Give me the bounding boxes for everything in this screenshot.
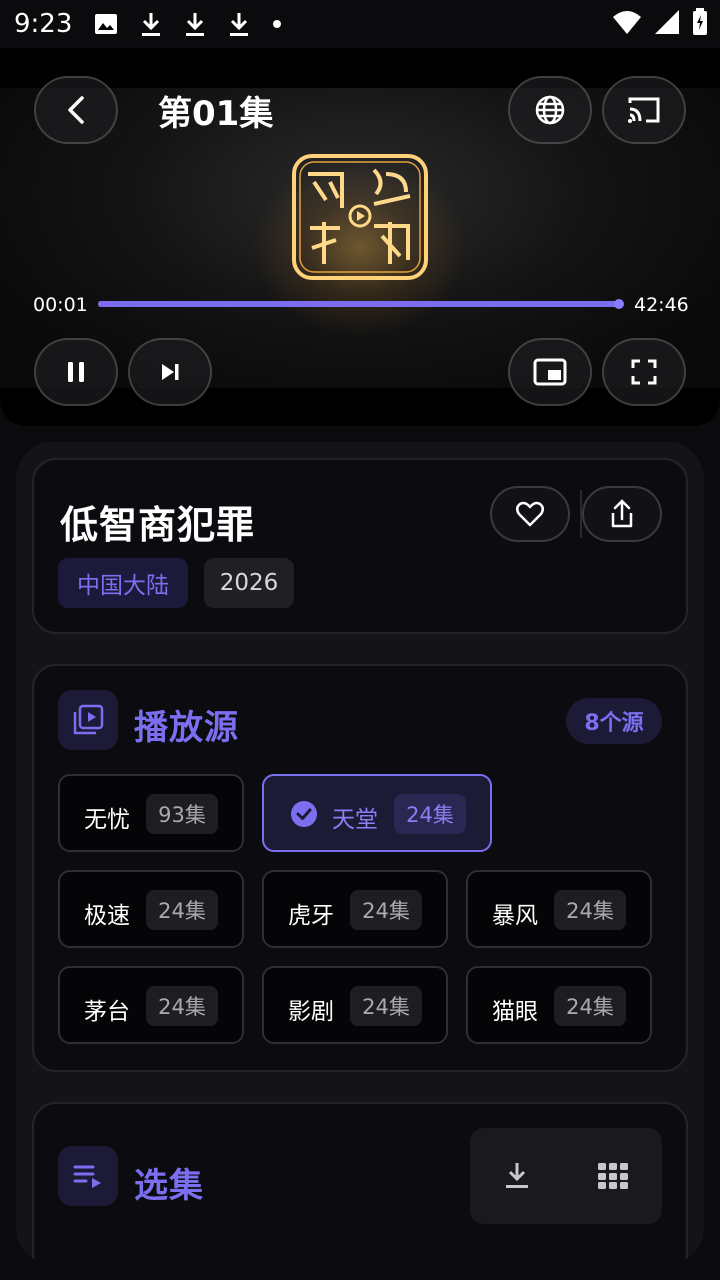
- video-watermark-logo: [292, 154, 428, 280]
- fullscreen-button[interactable]: [602, 338, 686, 406]
- source-option-huya[interactable]: 虎牙 24集: [262, 870, 448, 948]
- source-name: 天堂: [332, 807, 378, 833]
- source-name: 极速: [84, 903, 130, 929]
- source-name: 影剧: [288, 999, 334, 1025]
- year-tag[interactable]: 2026: [204, 558, 294, 608]
- source-episode-count: 24集: [146, 890, 218, 930]
- play-sources-card: 播放源 8个源 无忧 93集 天堂 24集 极速 24集 虎牙 24集 暴风 2…: [32, 664, 688, 1072]
- next-episode-button[interactable]: [128, 338, 212, 406]
- favorite-button[interactable]: [490, 486, 570, 542]
- source-option-wuyou[interactable]: 无忧 93集: [58, 774, 244, 852]
- heart-icon: [516, 501, 544, 527]
- back-button[interactable]: [34, 76, 118, 144]
- episode-actions: [470, 1128, 662, 1224]
- globe-icon: [535, 95, 565, 125]
- source-episode-count: 24集: [394, 794, 466, 834]
- source-episode-count: 24集: [554, 986, 626, 1026]
- source-option-jisu[interactable]: 极速 24集: [58, 870, 244, 948]
- source-option-tiantang-selected[interactable]: 天堂 24集: [262, 774, 492, 852]
- details-panel: 低智商犯罪 中国大陆 2026 播放源 8个源 无忧 93集 天堂 24集 极速…: [16, 442, 704, 1264]
- source-option-yingju[interactable]: 影剧 24集: [262, 966, 448, 1044]
- pip-icon: [533, 358, 567, 386]
- source-episode-count: 24集: [350, 986, 422, 1026]
- source-episode-count: 24集: [350, 890, 422, 930]
- picture-in-picture-button[interactable]: [508, 338, 592, 406]
- status-time: 9:23: [14, 9, 73, 39]
- seek-bar[interactable]: [98, 299, 624, 309]
- check-circle-icon: [291, 801, 317, 827]
- episodes-section-icon: [58, 1146, 118, 1206]
- download-notification-icon-2: [186, 13, 205, 36]
- more-notifications-dot-icon: [273, 20, 282, 28]
- grid-icon[interactable]: [598, 1163, 628, 1189]
- seek-bar-fill: [98, 301, 620, 307]
- battery-icon: [693, 8, 707, 35]
- show-title: 低智商犯罪: [60, 503, 256, 547]
- sources-count-badge: 8个源: [566, 698, 662, 744]
- show-info-card: 低智商犯罪 中国大陆 2026: [32, 458, 688, 634]
- cast-icon: [628, 97, 660, 123]
- episodes-section-title: 选集: [134, 1166, 204, 1206]
- source-name: 茅台: [84, 999, 130, 1025]
- queue-music-icon: [73, 1165, 101, 1188]
- source-episode-count: 24集: [554, 890, 626, 930]
- download-notification-icon: [142, 13, 161, 36]
- wifi-icon: [613, 11, 641, 34]
- episodes-card: 选集: [32, 1102, 688, 1264]
- pause-button[interactable]: [34, 338, 118, 406]
- source-option-baofeng[interactable]: 暴风 24集: [466, 870, 652, 948]
- download-icon[interactable]: [504, 1160, 530, 1190]
- download-notification-icon-3: [230, 13, 249, 36]
- share-button[interactable]: [582, 486, 662, 542]
- skip-next-icon: [162, 364, 179, 380]
- share-icon: [611, 499, 633, 528]
- status-bar: 9:23: [0, 0, 720, 48]
- episode-title: 第01集: [158, 94, 274, 134]
- source-name: 无忧: [84, 807, 130, 833]
- current-time: 00:01: [33, 294, 88, 316]
- sources-section-icon: [58, 690, 118, 750]
- source-episode-count: 24集: [146, 986, 218, 1026]
- source-name: 暴风: [492, 903, 538, 929]
- source-option-maotai[interactable]: 茅台 24集: [58, 966, 244, 1044]
- fullscreen-icon: [631, 359, 657, 385]
- source-name: 虎牙: [288, 903, 334, 929]
- source-name: 猫眼: [492, 999, 538, 1025]
- duration: 42:46: [634, 294, 689, 316]
- sources-section-title: 播放源: [134, 708, 239, 748]
- pause-icon: [68, 362, 84, 382]
- image-notification-icon: [95, 14, 118, 34]
- cell-signal-icon: [655, 10, 679, 34]
- cast-button[interactable]: [602, 76, 686, 144]
- back-icon: [68, 96, 84, 124]
- source-option-maoyan[interactable]: 猫眼 24集: [466, 966, 652, 1044]
- video-player[interactable]: 第01集 00:01 42:46: [0, 48, 720, 426]
- source-episode-count: 93集: [146, 794, 218, 834]
- playlist-play-icon: [73, 704, 104, 735]
- region-tag[interactable]: 中国大陆: [58, 558, 188, 608]
- language-button[interactable]: [508, 76, 592, 144]
- seek-bar-handle[interactable]: [614, 299, 624, 309]
